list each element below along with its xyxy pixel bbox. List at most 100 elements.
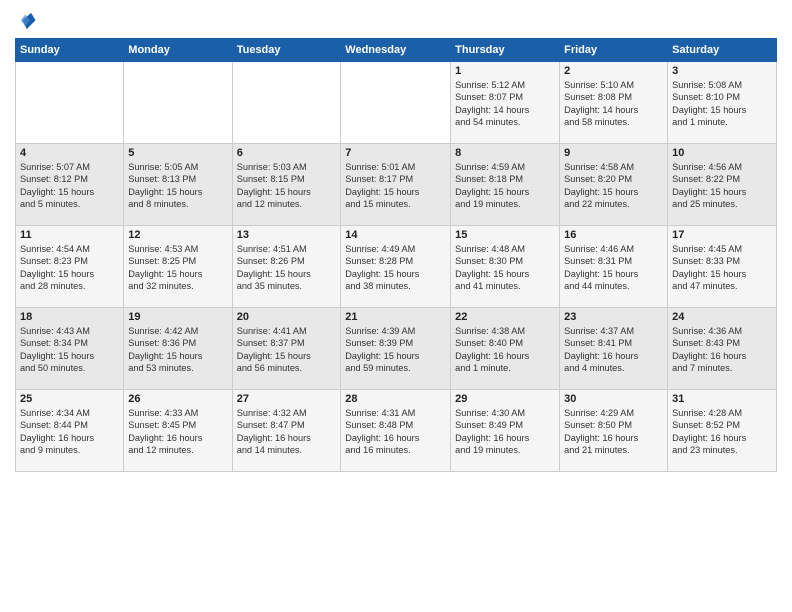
header-cell-wednesday: Wednesday [341, 39, 451, 62]
day-cell: 15 Sunrise: 4:48 AM Sunset: 8:30 PM Dayli… [451, 226, 560, 308]
day-number: 8 [455, 147, 555, 159]
day-info: Sunrise: 4:54 AM Sunset: 8:23 PM Dayligh… [20, 243, 119, 293]
page: SundayMondayTuesdayWednesdayThursdayFrid… [0, 0, 792, 612]
day-number: 7 [345, 147, 446, 159]
day-cell: 11 Sunrise: 4:54 AM Sunset: 8:23 PM Dayli… [16, 226, 124, 308]
day-cell: 17 Sunrise: 4:45 AM Sunset: 8:33 PM Dayli… [668, 226, 777, 308]
day-info: Sunrise: 4:38 AM Sunset: 8:40 PM Dayligh… [455, 325, 555, 375]
header-cell-monday: Monday [124, 39, 232, 62]
day-info: Sunrise: 4:53 AM Sunset: 8:25 PM Dayligh… [128, 243, 227, 293]
day-cell: 13Sunrise: 4:51 AM Sunset: 8:26 PM Dayli… [232, 226, 341, 308]
day-number: 28 [345, 393, 446, 405]
day-number: 3 [672, 65, 772, 77]
week-row-0: 1 Sunrise: 5:12 AM Sunset: 8:07 PM Daylig… [16, 62, 777, 144]
day-number: 1 [455, 65, 555, 77]
day-info: Sunrise: 4:56 AM Sunset: 8:22 PM Dayligh… [672, 161, 772, 211]
day-cell: 18 Sunrise: 4:43 AM Sunset: 8:34 PM Dayli… [16, 308, 124, 390]
day-number: 10 [672, 147, 772, 159]
calendar-body: 1 Sunrise: 5:12 AM Sunset: 8:07 PM Daylig… [16, 62, 777, 472]
day-info: Sunrise: 5:08 AM Sunset: 8:10 PM Dayligh… [672, 79, 772, 129]
day-cell [124, 62, 232, 144]
day-cell [232, 62, 341, 144]
day-cell: 30 Sunrise: 4:29 AM Sunset: 8:50 PM Dayli… [560, 390, 668, 472]
day-info: Sunrise: 4:28 AM Sunset: 8:52 PM Dayligh… [672, 407, 772, 457]
day-number: 30 [564, 393, 663, 405]
day-number: 6 [237, 147, 337, 159]
day-cell: 22Sunrise: 4:38 AM Sunset: 8:40 PM Dayli… [451, 308, 560, 390]
day-info: Sunrise: 5:03 AM Sunset: 8:15 PM Dayligh… [237, 161, 337, 211]
day-number: 4 [20, 147, 119, 159]
day-info: Sunrise: 4:48 AM Sunset: 8:30 PM Dayligh… [455, 243, 555, 293]
day-number: 15 [455, 229, 555, 241]
day-number: 18 [20, 311, 119, 323]
day-info: Sunrise: 4:32 AM Sunset: 8:47 PM Dayligh… [237, 407, 337, 457]
day-number: 20 [237, 311, 337, 323]
calendar-header: SundayMondayTuesdayWednesdayThursdayFrid… [16, 39, 777, 62]
day-number: 27 [237, 393, 337, 405]
day-number: 13 [237, 229, 337, 241]
day-info: Sunrise: 4:37 AM Sunset: 8:41 PM Dayligh… [564, 325, 663, 375]
day-info: Sunrise: 4:33 AM Sunset: 8:45 PM Dayligh… [128, 407, 227, 457]
day-cell: 16Sunrise: 4:46 AM Sunset: 8:31 PM Dayli… [560, 226, 668, 308]
day-cell: 24 Sunrise: 4:36 AM Sunset: 8:43 PM Dayli… [668, 308, 777, 390]
day-number: 17 [672, 229, 772, 241]
day-cell: 3 Sunrise: 5:08 AM Sunset: 8:10 PM Daylig… [668, 62, 777, 144]
day-info: Sunrise: 4:36 AM Sunset: 8:43 PM Dayligh… [672, 325, 772, 375]
day-cell [341, 62, 451, 144]
week-row-3: 18 Sunrise: 4:43 AM Sunset: 8:34 PM Dayli… [16, 308, 777, 390]
day-number: 14 [345, 229, 446, 241]
day-cell: 12Sunrise: 4:53 AM Sunset: 8:25 PM Dayli… [124, 226, 232, 308]
header-row: SundayMondayTuesdayWednesdayThursdayFrid… [16, 39, 777, 62]
day-number: 19 [128, 311, 227, 323]
header-cell-thursday: Thursday [451, 39, 560, 62]
day-number: 23 [564, 311, 663, 323]
day-cell: 25 Sunrise: 4:34 AM Sunset: 8:44 PM Dayli… [16, 390, 124, 472]
day-cell: 14 Sunrise: 4:49 AM Sunset: 8:28 PM Dayli… [341, 226, 451, 308]
week-row-1: 4 Sunrise: 5:07 AM Sunset: 8:12 PM Daylig… [16, 144, 777, 226]
day-info: Sunrise: 5:12 AM Sunset: 8:07 PM Dayligh… [455, 79, 555, 129]
day-cell: 21Sunrise: 4:39 AM Sunset: 8:39 PM Dayli… [341, 308, 451, 390]
day-cell [16, 62, 124, 144]
calendar-table: SundayMondayTuesdayWednesdayThursdayFrid… [15, 38, 777, 472]
header-cell-saturday: Saturday [668, 39, 777, 62]
day-info: Sunrise: 4:45 AM Sunset: 8:33 PM Dayligh… [672, 243, 772, 293]
day-info: Sunrise: 5:07 AM Sunset: 8:12 PM Dayligh… [20, 161, 119, 211]
day-cell: 27 Sunrise: 4:32 AM Sunset: 8:47 PM Dayli… [232, 390, 341, 472]
day-info: Sunrise: 4:31 AM Sunset: 8:48 PM Dayligh… [345, 407, 446, 457]
day-info: Sunrise: 4:43 AM Sunset: 8:34 PM Dayligh… [20, 325, 119, 375]
day-cell: 31 Sunrise: 4:28 AM Sunset: 8:52 PM Dayli… [668, 390, 777, 472]
week-row-4: 25 Sunrise: 4:34 AM Sunset: 8:44 PM Dayli… [16, 390, 777, 472]
day-info: Sunrise: 5:10 AM Sunset: 8:08 PM Dayligh… [564, 79, 663, 129]
day-info: Sunrise: 4:49 AM Sunset: 8:28 PM Dayligh… [345, 243, 446, 293]
day-cell: 10 Sunrise: 4:56 AM Sunset: 8:22 PM Dayli… [668, 144, 777, 226]
header-cell-friday: Friday [560, 39, 668, 62]
day-cell: 9Sunrise: 4:58 AM Sunset: 8:20 PM Daylig… [560, 144, 668, 226]
day-info: Sunrise: 4:29 AM Sunset: 8:50 PM Dayligh… [564, 407, 663, 457]
day-cell: 26 Sunrise: 4:33 AM Sunset: 8:45 PM Dayli… [124, 390, 232, 472]
day-info: Sunrise: 4:41 AM Sunset: 8:37 PM Dayligh… [237, 325, 337, 375]
day-cell: 8 Sunrise: 4:59 AM Sunset: 8:18 PM Daylig… [451, 144, 560, 226]
day-cell: 5Sunrise: 5:05 AM Sunset: 8:13 PM Daylig… [124, 144, 232, 226]
day-number: 25 [20, 393, 119, 405]
day-info: Sunrise: 5:05 AM Sunset: 8:13 PM Dayligh… [128, 161, 227, 211]
day-number: 29 [455, 393, 555, 405]
day-number: 21 [345, 311, 446, 323]
day-cell: 29Sunrise: 4:30 AM Sunset: 8:49 PM Dayli… [451, 390, 560, 472]
header-cell-tuesday: Tuesday [232, 39, 341, 62]
day-number: 11 [20, 229, 119, 241]
day-cell: 7Sunrise: 5:01 AM Sunset: 8:17 PM Daylig… [341, 144, 451, 226]
day-cell: 20 Sunrise: 4:41 AM Sunset: 8:37 PM Dayli… [232, 308, 341, 390]
day-number: 31 [672, 393, 772, 405]
day-info: Sunrise: 4:42 AM Sunset: 8:36 PM Dayligh… [128, 325, 227, 375]
day-cell: 28 Sunrise: 4:31 AM Sunset: 8:48 PM Dayli… [341, 390, 451, 472]
day-cell: 23 Sunrise: 4:37 AM Sunset: 8:41 PM Dayli… [560, 308, 668, 390]
day-info: Sunrise: 4:34 AM Sunset: 8:44 PM Dayligh… [20, 407, 119, 457]
day-number: 26 [128, 393, 227, 405]
day-cell: 1 Sunrise: 5:12 AM Sunset: 8:07 PM Daylig… [451, 62, 560, 144]
day-cell: 4 Sunrise: 5:07 AM Sunset: 8:12 PM Daylig… [16, 144, 124, 226]
day-number: 24 [672, 311, 772, 323]
day-info: Sunrise: 4:59 AM Sunset: 8:18 PM Dayligh… [455, 161, 555, 211]
day-number: 16 [564, 229, 663, 241]
logo-icon [15, 10, 37, 32]
day-cell: 6 Sunrise: 5:03 AM Sunset: 8:15 PM Daylig… [232, 144, 341, 226]
